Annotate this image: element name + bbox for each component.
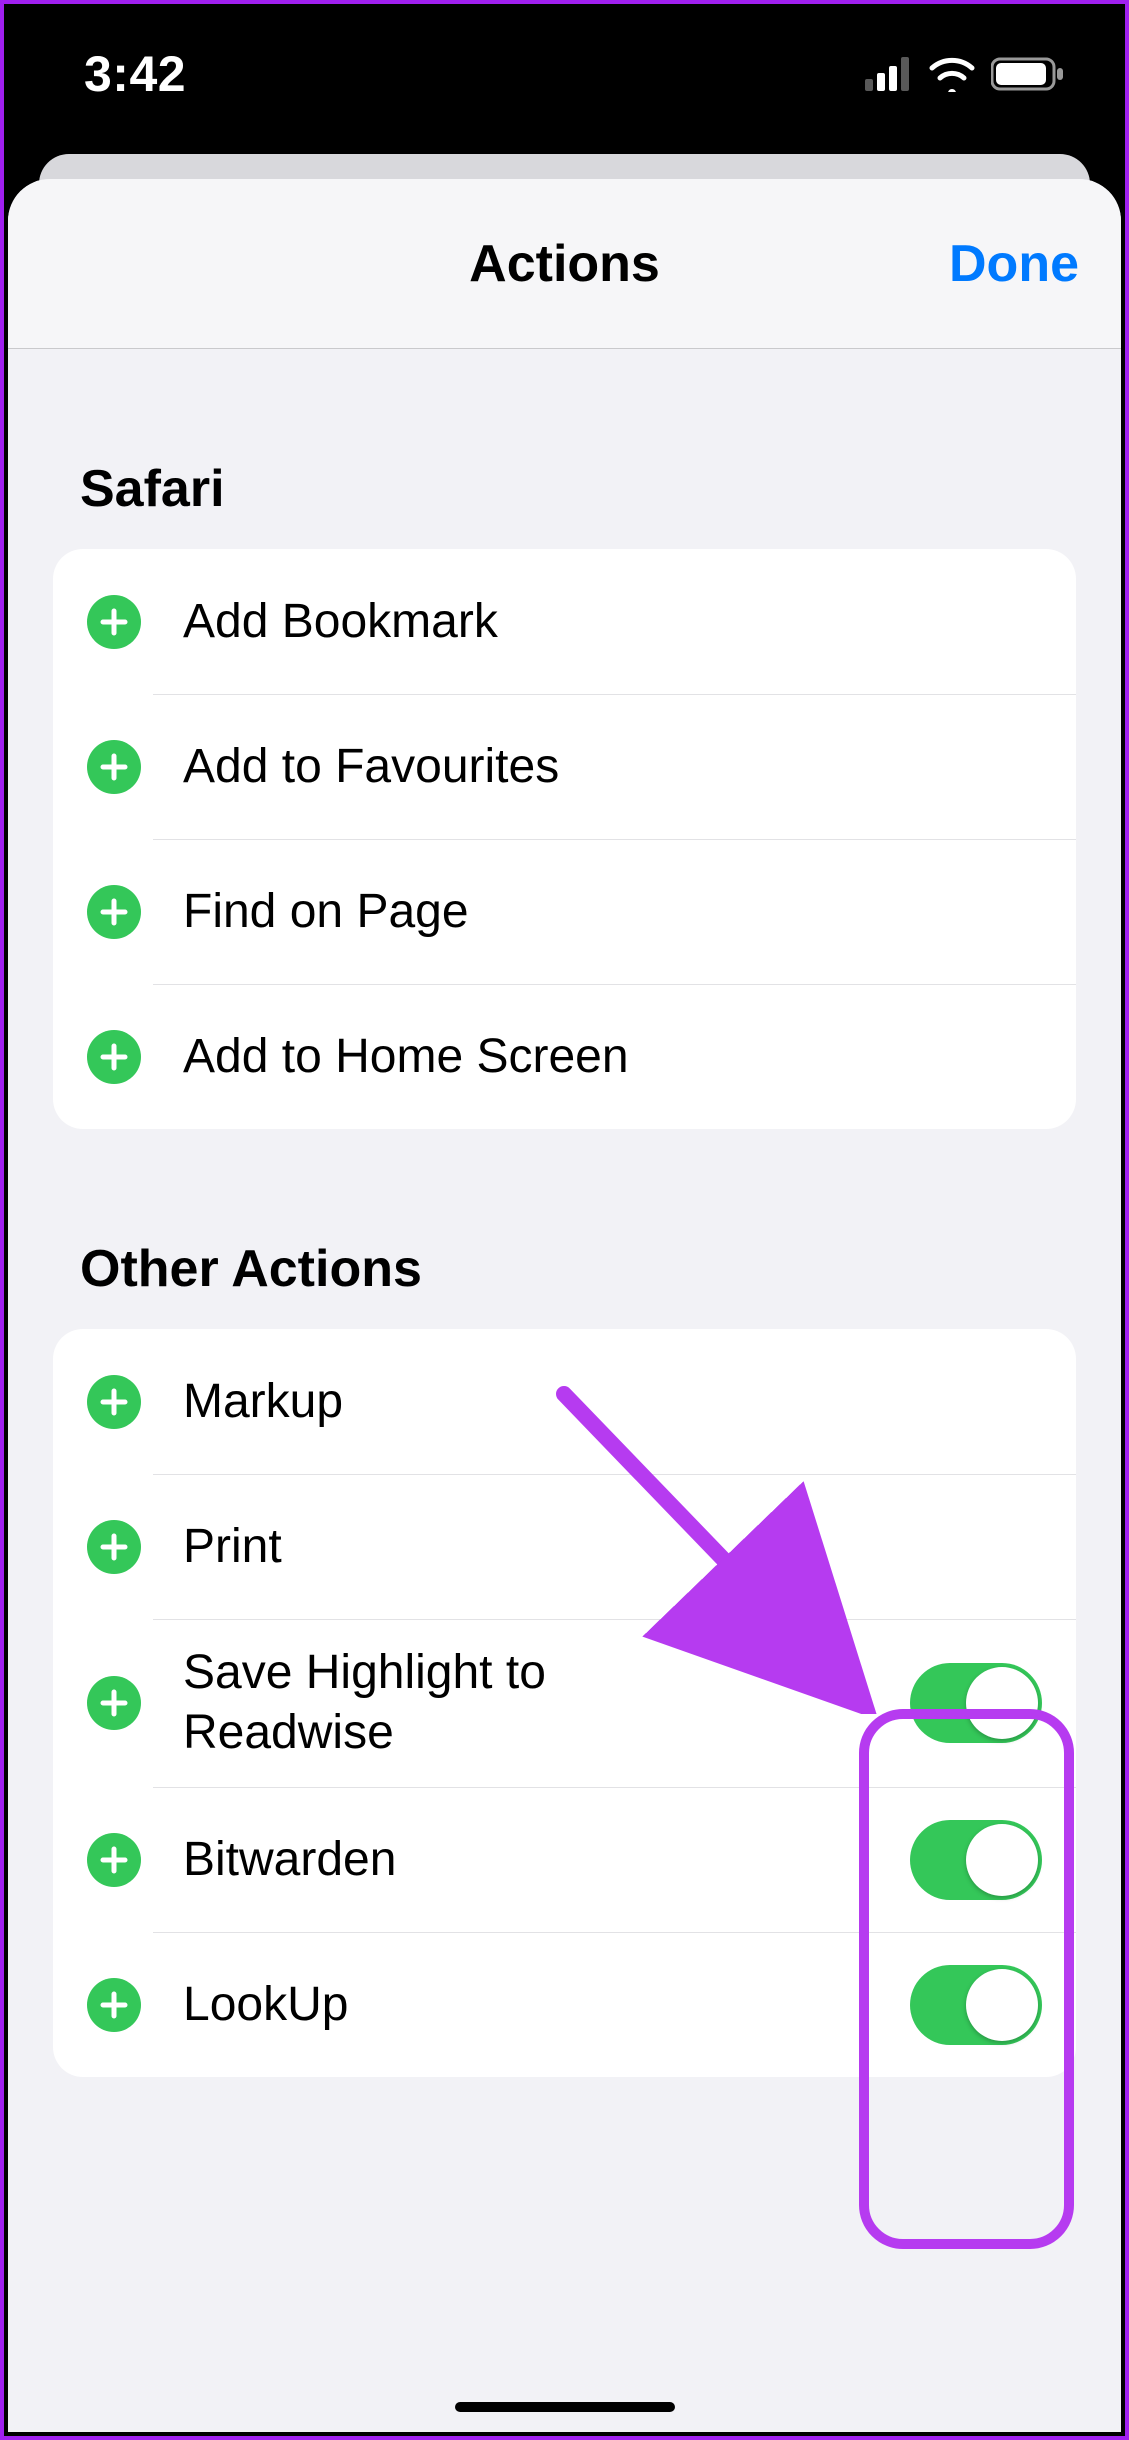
- row-label: Print: [183, 1517, 743, 1577]
- section-header-other: Other Actions: [8, 1129, 1121, 1329]
- plus-icon[interactable]: [87, 1520, 141, 1574]
- home-indicator[interactable]: [455, 2402, 675, 2412]
- status-icons: [865, 56, 1065, 92]
- row-label: Markup: [183, 1372, 743, 1432]
- row-save-highlight-readwise[interactable]: Save Highlight to Readwise: [53, 1619, 1076, 1787]
- plus-icon[interactable]: [87, 1375, 141, 1429]
- sheet-header: Actions Done: [8, 179, 1121, 349]
- row-add-bookmark[interactable]: Add Bookmark: [53, 549, 1076, 694]
- wifi-icon: [927, 56, 977, 92]
- row-find-on-page[interactable]: Find on Page: [53, 839, 1076, 984]
- plus-icon[interactable]: [87, 740, 141, 794]
- section-header-safari: Safari: [8, 349, 1121, 549]
- row-label: Bitwarden: [183, 1830, 743, 1890]
- plus-icon[interactable]: [87, 1978, 141, 2032]
- status-time: 3:42: [84, 45, 186, 103]
- row-print[interactable]: Print: [53, 1474, 1076, 1619]
- row-add-favourites[interactable]: Add to Favourites: [53, 694, 1076, 839]
- toggle-bitwarden[interactable]: [910, 1820, 1042, 1900]
- status-bar: 3:42: [4, 4, 1125, 144]
- plus-icon[interactable]: [87, 1030, 141, 1084]
- done-button[interactable]: Done: [949, 234, 1079, 294]
- group-safari: Add Bookmark Add to Favourites Find on P…: [53, 549, 1076, 1129]
- plus-icon[interactable]: [87, 595, 141, 649]
- row-markup[interactable]: Markup: [53, 1329, 1076, 1474]
- row-label: Add Bookmark: [183, 592, 743, 652]
- toggle-lookup[interactable]: [910, 1965, 1042, 2045]
- actions-sheet: Actions Done Safari Add Bookmark Add to …: [8, 179, 1121, 2432]
- row-label: Add to Home Screen: [183, 1027, 743, 1087]
- plus-icon[interactable]: [87, 1833, 141, 1887]
- row-label: Add to Favourites: [183, 737, 743, 797]
- group-other: Markup Print Save Highlight to Readwise: [53, 1329, 1076, 2077]
- toggle-readwise[interactable]: [910, 1663, 1042, 1743]
- plus-icon[interactable]: [87, 1676, 141, 1730]
- battery-icon: [991, 56, 1065, 92]
- plus-icon[interactable]: [87, 885, 141, 939]
- row-label: LookUp: [183, 1975, 743, 2035]
- row-lookup[interactable]: LookUp: [53, 1932, 1076, 2077]
- row-bitwarden[interactable]: Bitwarden: [53, 1787, 1076, 1932]
- cellular-icon: [865, 57, 913, 91]
- row-add-home-screen[interactable]: Add to Home Screen: [53, 984, 1076, 1129]
- row-label: Save Highlight to Readwise: [183, 1643, 743, 1763]
- row-label: Find on Page: [183, 882, 743, 942]
- sheet-content[interactable]: Safari Add Bookmark Add to Favourites Fi…: [8, 349, 1121, 2137]
